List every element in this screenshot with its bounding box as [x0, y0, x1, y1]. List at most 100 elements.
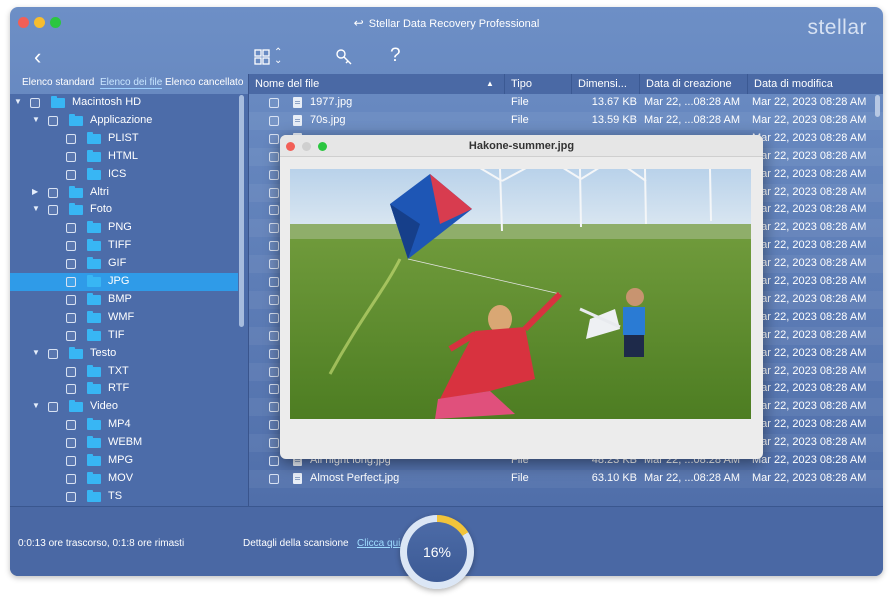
column-created[interactable]: Data di creazione — [640, 74, 748, 94]
row-checkbox[interactable] — [269, 98, 279, 108]
tree-checkbox[interactable] — [66, 277, 76, 287]
row-checkbox[interactable] — [269, 456, 279, 466]
row-checkbox[interactable] — [269, 438, 279, 449]
chevron-left-icon[interactable]: ‹ — [34, 46, 41, 68]
disclosure-expanded-icon[interactable]: ▼ — [32, 348, 42, 357]
row-checkbox[interactable] — [269, 420, 279, 431]
tree-checkbox[interactable] — [66, 420, 76, 431]
folder-icon — [87, 489, 101, 502]
tree-item[interactable]: ▶ Altri — [10, 184, 238, 202]
row-checkbox[interactable] — [269, 241, 279, 252]
row-checkbox[interactable] — [269, 312, 279, 323]
help-button[interactable]: ? — [390, 45, 401, 67]
tree-checkbox[interactable] — [48, 348, 58, 359]
row-checkbox[interactable] — [269, 384, 279, 395]
row-checkbox[interactable] — [269, 169, 279, 180]
tree-item-label: TS — [108, 489, 123, 502]
row-checkbox[interactable] — [269, 294, 279, 305]
tree-checkbox[interactable] — [66, 384, 76, 395]
disclosure-expanded-icon[interactable]: ▼ — [32, 115, 42, 124]
row-checkbox[interactable] — [269, 330, 279, 341]
tree-item[interactable]: PLIST — [10, 130, 238, 148]
tree-item[interactable]: MPG — [10, 452, 238, 470]
tree-item[interactable]: GIF — [10, 255, 238, 273]
tree-checkbox[interactable] — [48, 115, 58, 126]
row-checkbox[interactable] — [269, 402, 279, 413]
table-row[interactable]: 70s.jpg File 13.59 KB Mar 22, ...08:28 AM Ma… — [249, 111, 883, 130]
tree-item[interactable]: ▼ Applicazione — [10, 112, 238, 130]
tree-checkbox[interactable] — [66, 330, 76, 341]
tree-item[interactable]: TXT — [10, 363, 238, 381]
table-row[interactable]: 1977.jpg File 13.67 KB Mar 22, ...08:28 AM M… — [249, 94, 883, 112]
tree-checkbox[interactable] — [48, 205, 58, 216]
tree-item-label: MOV — [108, 471, 134, 484]
tree-checkbox[interactable] — [66, 223, 76, 234]
file-name-cell: 70s.jpg — [310, 113, 346, 126]
tree-checkbox[interactable] — [66, 456, 76, 466]
tree-scrollbar[interactable] — [239, 95, 244, 327]
disclosure-expanded-icon[interactable]: ▼ — [14, 97, 24, 106]
file-size-cell: 13.67 KB — [591, 96, 637, 108]
table-row[interactable]: Almost Perfect.jpg File 63.10 KB Mar 22, ..… — [249, 469, 883, 488]
disclosure-expanded-icon[interactable]: ▼ — [32, 204, 42, 213]
tree-checkbox[interactable] — [66, 259, 76, 270]
row-checkbox[interactable] — [269, 259, 279, 270]
row-checkbox[interactable] — [269, 151, 279, 162]
tree-item[interactable]: ▼ Macintosh HD — [10, 94, 238, 112]
tree-item[interactable]: WMF — [10, 309, 238, 327]
tree-checkbox[interactable] — [66, 473, 76, 484]
tree-checkbox[interactable] — [66, 438, 76, 449]
tree-checkbox[interactable] — [66, 366, 76, 377]
tree-checkbox[interactable] — [30, 98, 40, 108]
disclosure-collapsed-icon[interactable]: ▶ — [32, 187, 42, 196]
table-scrollbar[interactable] — [875, 95, 880, 117]
tree-item[interactable]: WEBM — [10, 434, 238, 452]
tree-checkbox[interactable] — [66, 133, 76, 144]
row-checkbox[interactable] — [269, 473, 279, 484]
tree-checkbox[interactable] — [66, 491, 76, 502]
key-icon[interactable] — [335, 48, 353, 66]
tab-file-list[interactable]: Elenco dei file — [100, 77, 163, 89]
row-checkbox[interactable] — [269, 187, 279, 198]
view-chevron-icon[interactable]: ⌃ ⌄ — [274, 48, 282, 66]
tree-checkbox[interactable] — [48, 187, 58, 198]
row-checkbox[interactable] — [269, 205, 279, 216]
tree-item[interactable]: ICS — [10, 166, 238, 184]
tree-item[interactable]: ▼ Video — [10, 398, 238, 416]
scan-details-link[interactable]: Clicca qui — [357, 538, 400, 549]
tab-deleted[interactable]: Elenco cancellato — [165, 77, 243, 88]
tree-item[interactable]: BMP — [10, 291, 238, 309]
tree-item[interactable]: HTML — [10, 148, 238, 166]
tab-standard[interactable]: Elenco standard — [22, 77, 94, 88]
column-size[interactable]: Dimensi... — [572, 74, 640, 94]
tree-checkbox[interactable] — [66, 151, 76, 162]
tree-checkbox[interactable] — [66, 294, 76, 305]
column-modified[interactable]: Data di modifica — [748, 74, 883, 94]
row-checkbox[interactable] — [269, 277, 279, 287]
row-checkbox[interactable] — [269, 133, 279, 144]
tree-checkbox[interactable] — [66, 241, 76, 252]
grid-view-icon[interactable] — [254, 49, 270, 65]
tree-item-label: PNG — [108, 221, 132, 234]
tree-checkbox[interactable] — [48, 402, 58, 413]
row-checkbox[interactable] — [269, 366, 279, 377]
tree-item[interactable]: TIF — [10, 327, 238, 345]
tree-item[interactable]: MOV — [10, 470, 238, 488]
tree-checkbox[interactable] — [66, 169, 76, 180]
tree-item[interactable]: ▼ Foto — [10, 201, 238, 219]
disclosure-expanded-icon[interactable]: ▼ — [32, 401, 42, 410]
column-type[interactable]: Tipo — [505, 74, 572, 94]
tree-item[interactable]: TS — [10, 488, 238, 506]
row-checkbox[interactable] — [269, 348, 279, 359]
tree-item[interactable]: JPG — [10, 273, 238, 291]
row-checkbox[interactable] — [269, 223, 279, 234]
tree-item[interactable]: PNG — [10, 219, 238, 237]
title-bar: ↩ Stellar Data Recovery Professional stel… — [10, 7, 883, 39]
tree-item[interactable]: RTF — [10, 380, 238, 398]
tree-item[interactable]: MP4 — [10, 416, 238, 434]
column-name[interactable]: Nome del file ▲ — [249, 74, 505, 94]
tree-item[interactable]: ▼ Testo — [10, 345, 238, 363]
tree-item[interactable]: TIFF — [10, 237, 238, 255]
row-checkbox[interactable] — [269, 115, 279, 126]
tree-checkbox[interactable] — [66, 312, 76, 323]
